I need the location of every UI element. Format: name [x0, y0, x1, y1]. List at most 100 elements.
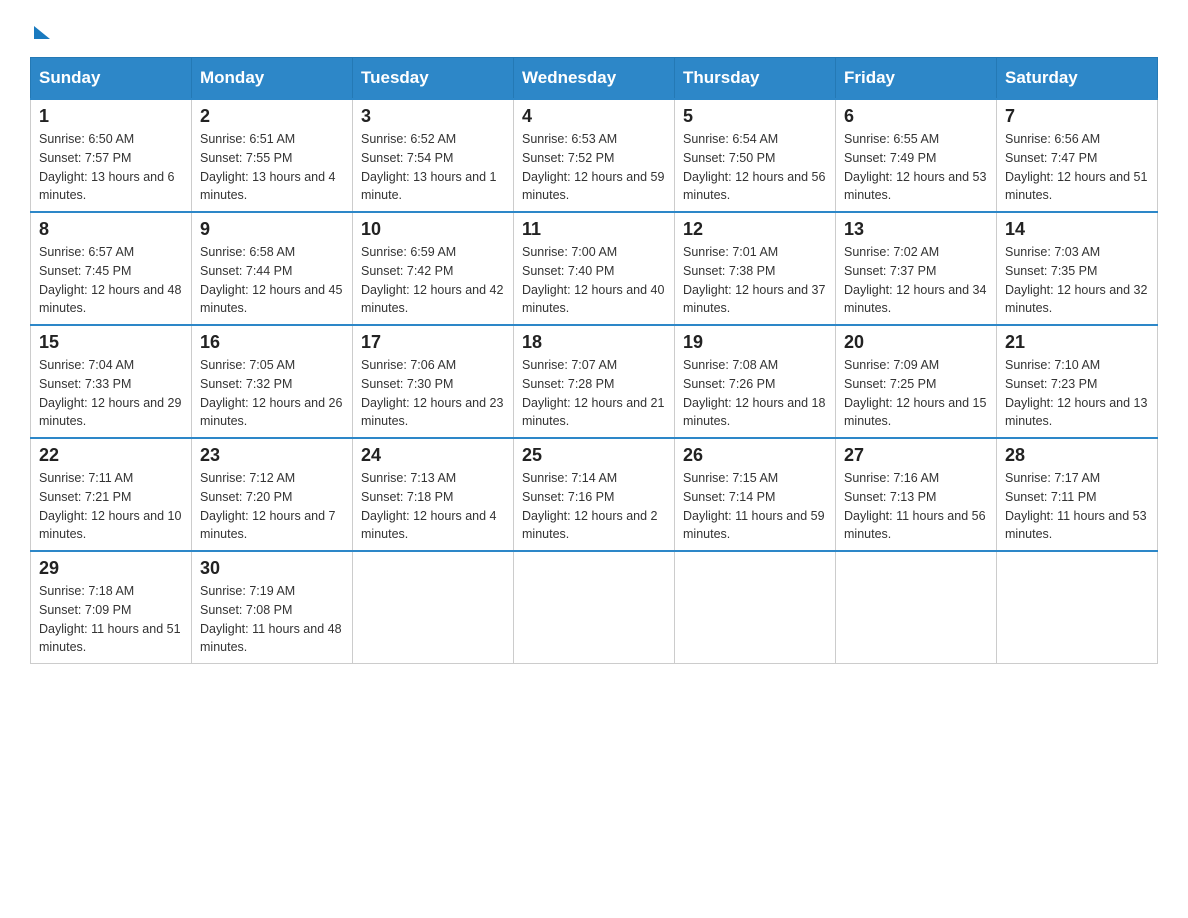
day-number: 24 — [361, 445, 505, 466]
calendar-cell: 20 Sunrise: 7:09 AMSunset: 7:25 PMDaylig… — [836, 325, 997, 438]
calendar-cell: 22 Sunrise: 7:11 AMSunset: 7:21 PMDaylig… — [31, 438, 192, 551]
calendar-cell: 28 Sunrise: 7:17 AMSunset: 7:11 PMDaylig… — [997, 438, 1158, 551]
day-info: Sunrise: 7:15 AMSunset: 7:14 PMDaylight:… — [683, 471, 825, 541]
day-info: Sunrise: 7:12 AMSunset: 7:20 PMDaylight:… — [200, 471, 336, 541]
calendar-cell — [353, 551, 514, 664]
page-header — [30, 20, 1158, 39]
day-number: 6 — [844, 106, 988, 127]
day-info: Sunrise: 7:10 AMSunset: 7:23 PMDaylight:… — [1005, 358, 1147, 428]
calendar-cell: 8 Sunrise: 6:57 AMSunset: 7:45 PMDayligh… — [31, 212, 192, 325]
calendar-week-row: 15 Sunrise: 7:04 AMSunset: 7:33 PMDaylig… — [31, 325, 1158, 438]
header-wednesday: Wednesday — [514, 58, 675, 100]
logo-triangle-icon — [34, 26, 50, 39]
day-info: Sunrise: 6:57 AMSunset: 7:45 PMDaylight:… — [39, 245, 181, 315]
day-number: 30 — [200, 558, 344, 579]
day-number: 18 — [522, 332, 666, 353]
calendar-cell: 16 Sunrise: 7:05 AMSunset: 7:32 PMDaylig… — [192, 325, 353, 438]
day-info: Sunrise: 6:56 AMSunset: 7:47 PMDaylight:… — [1005, 132, 1147, 202]
day-number: 13 — [844, 219, 988, 240]
day-number: 16 — [200, 332, 344, 353]
day-info: Sunrise: 7:09 AMSunset: 7:25 PMDaylight:… — [844, 358, 986, 428]
day-number: 4 — [522, 106, 666, 127]
day-info: Sunrise: 7:17 AMSunset: 7:11 PMDaylight:… — [1005, 471, 1147, 541]
calendar-week-row: 8 Sunrise: 6:57 AMSunset: 7:45 PMDayligh… — [31, 212, 1158, 325]
calendar-cell: 6 Sunrise: 6:55 AMSunset: 7:49 PMDayligh… — [836, 99, 997, 212]
day-info: Sunrise: 7:04 AMSunset: 7:33 PMDaylight:… — [39, 358, 181, 428]
day-number: 1 — [39, 106, 183, 127]
calendar-cell — [514, 551, 675, 664]
calendar-table: SundayMondayTuesdayWednesdayThursdayFrid… — [30, 57, 1158, 664]
calendar-week-row: 22 Sunrise: 7:11 AMSunset: 7:21 PMDaylig… — [31, 438, 1158, 551]
calendar-cell: 12 Sunrise: 7:01 AMSunset: 7:38 PMDaylig… — [675, 212, 836, 325]
day-info: Sunrise: 6:59 AMSunset: 7:42 PMDaylight:… — [361, 245, 503, 315]
day-number: 15 — [39, 332, 183, 353]
calendar-cell: 11 Sunrise: 7:00 AMSunset: 7:40 PMDaylig… — [514, 212, 675, 325]
day-number: 14 — [1005, 219, 1149, 240]
day-number: 5 — [683, 106, 827, 127]
calendar-cell: 15 Sunrise: 7:04 AMSunset: 7:33 PMDaylig… — [31, 325, 192, 438]
calendar-cell: 27 Sunrise: 7:16 AMSunset: 7:13 PMDaylig… — [836, 438, 997, 551]
day-number: 23 — [200, 445, 344, 466]
calendar-cell — [836, 551, 997, 664]
day-info: Sunrise: 6:58 AMSunset: 7:44 PMDaylight:… — [200, 245, 342, 315]
day-number: 10 — [361, 219, 505, 240]
calendar-cell: 14 Sunrise: 7:03 AMSunset: 7:35 PMDaylig… — [997, 212, 1158, 325]
calendar-cell: 17 Sunrise: 7:06 AMSunset: 7:30 PMDaylig… — [353, 325, 514, 438]
day-info: Sunrise: 7:13 AMSunset: 7:18 PMDaylight:… — [361, 471, 497, 541]
calendar-cell: 4 Sunrise: 6:53 AMSunset: 7:52 PMDayligh… — [514, 99, 675, 212]
calendar-cell: 7 Sunrise: 6:56 AMSunset: 7:47 PMDayligh… — [997, 99, 1158, 212]
day-number: 25 — [522, 445, 666, 466]
day-info: Sunrise: 7:06 AMSunset: 7:30 PMDaylight:… — [361, 358, 503, 428]
calendar-cell: 21 Sunrise: 7:10 AMSunset: 7:23 PMDaylig… — [997, 325, 1158, 438]
day-number: 22 — [39, 445, 183, 466]
calendar-cell: 5 Sunrise: 6:54 AMSunset: 7:50 PMDayligh… — [675, 99, 836, 212]
day-number: 2 — [200, 106, 344, 127]
calendar-cell: 2 Sunrise: 6:51 AMSunset: 7:55 PMDayligh… — [192, 99, 353, 212]
day-number: 7 — [1005, 106, 1149, 127]
day-info: Sunrise: 6:55 AMSunset: 7:49 PMDaylight:… — [844, 132, 986, 202]
day-info: Sunrise: 7:01 AMSunset: 7:38 PMDaylight:… — [683, 245, 825, 315]
day-number: 17 — [361, 332, 505, 353]
calendar-cell: 29 Sunrise: 7:18 AMSunset: 7:09 PMDaylig… — [31, 551, 192, 664]
calendar-cell: 1 Sunrise: 6:50 AMSunset: 7:57 PMDayligh… — [31, 99, 192, 212]
day-info: Sunrise: 7:07 AMSunset: 7:28 PMDaylight:… — [522, 358, 664, 428]
calendar-cell: 9 Sunrise: 6:58 AMSunset: 7:44 PMDayligh… — [192, 212, 353, 325]
calendar-cell: 30 Sunrise: 7:19 AMSunset: 7:08 PMDaylig… — [192, 551, 353, 664]
calendar-week-row: 1 Sunrise: 6:50 AMSunset: 7:57 PMDayligh… — [31, 99, 1158, 212]
calendar-cell: 3 Sunrise: 6:52 AMSunset: 7:54 PMDayligh… — [353, 99, 514, 212]
day-info: Sunrise: 6:51 AMSunset: 7:55 PMDaylight:… — [200, 132, 336, 202]
day-info: Sunrise: 7:19 AMSunset: 7:08 PMDaylight:… — [200, 584, 342, 654]
header-friday: Friday — [836, 58, 997, 100]
header-sunday: Sunday — [31, 58, 192, 100]
day-info: Sunrise: 7:11 AMSunset: 7:21 PMDaylight:… — [39, 471, 181, 541]
calendar-cell — [675, 551, 836, 664]
day-info: Sunrise: 7:18 AMSunset: 7:09 PMDaylight:… — [39, 584, 181, 654]
day-info: Sunrise: 6:54 AMSunset: 7:50 PMDaylight:… — [683, 132, 825, 202]
header-tuesday: Tuesday — [353, 58, 514, 100]
day-info: Sunrise: 7:00 AMSunset: 7:40 PMDaylight:… — [522, 245, 664, 315]
header-saturday: Saturday — [997, 58, 1158, 100]
day-number: 11 — [522, 219, 666, 240]
day-info: Sunrise: 7:03 AMSunset: 7:35 PMDaylight:… — [1005, 245, 1147, 315]
day-info: Sunrise: 7:08 AMSunset: 7:26 PMDaylight:… — [683, 358, 825, 428]
day-info: Sunrise: 7:16 AMSunset: 7:13 PMDaylight:… — [844, 471, 986, 541]
day-number: 9 — [200, 219, 344, 240]
day-number: 19 — [683, 332, 827, 353]
header-monday: Monday — [192, 58, 353, 100]
logo — [30, 20, 50, 39]
day-number: 29 — [39, 558, 183, 579]
calendar-cell: 19 Sunrise: 7:08 AMSunset: 7:26 PMDaylig… — [675, 325, 836, 438]
calendar-cell: 26 Sunrise: 7:15 AMSunset: 7:14 PMDaylig… — [675, 438, 836, 551]
day-info: Sunrise: 7:14 AMSunset: 7:16 PMDaylight:… — [522, 471, 658, 541]
header-thursday: Thursday — [675, 58, 836, 100]
day-number: 21 — [1005, 332, 1149, 353]
day-number: 26 — [683, 445, 827, 466]
day-number: 8 — [39, 219, 183, 240]
day-info: Sunrise: 6:52 AMSunset: 7:54 PMDaylight:… — [361, 132, 497, 202]
calendar-cell: 18 Sunrise: 7:07 AMSunset: 7:28 PMDaylig… — [514, 325, 675, 438]
day-info: Sunrise: 6:53 AMSunset: 7:52 PMDaylight:… — [522, 132, 664, 202]
day-number: 27 — [844, 445, 988, 466]
calendar-cell: 10 Sunrise: 6:59 AMSunset: 7:42 PMDaylig… — [353, 212, 514, 325]
calendar-week-row: 29 Sunrise: 7:18 AMSunset: 7:09 PMDaylig… — [31, 551, 1158, 664]
day-number: 20 — [844, 332, 988, 353]
